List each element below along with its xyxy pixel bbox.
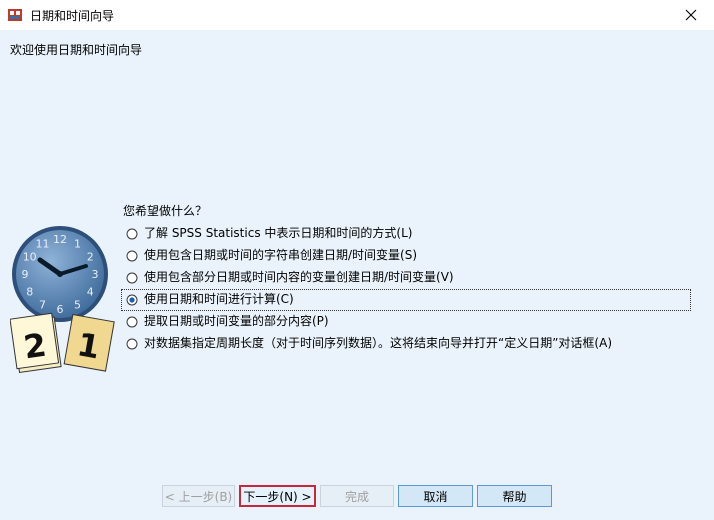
welcome-text: 欢迎使用日期和时间向导 <box>10 43 143 57</box>
radio-icon[interactable] <box>126 272 138 284</box>
window-title: 日期和时间向导 <box>30 9 115 23</box>
clock-numeral: 2 <box>87 251 94 264</box>
clock-numeral: 7 <box>39 298 46 311</box>
radio-icon[interactable] <box>126 250 138 262</box>
clock-numeral: 4 <box>87 286 94 299</box>
clock-numeral: 12 <box>53 233 67 246</box>
option-learn-format[interactable]: 了解 SPSS Statistics 中表示日期和时间的方式(L) <box>122 224 690 244</box>
option-define-periodicity[interactable]: 对数据集指定周期长度（对于时间序列数据）。这将结束向导并打开“定义日期”对话框(… <box>122 334 690 354</box>
option-label: 提取日期或时间变量的部分内容(P) <box>144 314 329 328</box>
option-label: 使用包含部分日期或时间内容的变量创建日期/时间变量(V) <box>144 270 454 284</box>
radio-selected-icon[interactable] <box>126 294 138 306</box>
close-button[interactable] <box>668 0 714 30</box>
finish-button[interactable]: 完成 <box>320 485 394 507</box>
close-icon <box>685 9 697 21</box>
option-label: 使用日期和时间进行计算(C) <box>144 292 294 306</box>
option-label: 了解 SPSS Statistics 中表示日期和时间的方式(L) <box>144 226 413 240</box>
date-time-wizard-window: 日期和时间向导 欢迎使用日期和时间向导 12 1 2 3 4 5 6 7 8 9 10 11 <box>0 0 714 520</box>
clock-numeral: 1 <box>74 238 81 251</box>
option-label: 对数据集指定周期长度（对于时间序列数据）。这将结束向导并打开“定义日期”对话框(… <box>144 336 613 350</box>
clock-numeral: 10 <box>23 251 37 264</box>
option-extract-part[interactable]: 提取日期或时间变量的部分内容(P) <box>122 312 690 332</box>
option-calculate[interactable]: 使用日期和时间进行计算(C) <box>121 289 691 311</box>
clock-numeral: 11 <box>36 238 50 251</box>
radio-icon[interactable] <box>126 316 138 328</box>
clock-numeral: 3 <box>92 268 99 281</box>
option-label: 使用包含日期或时间的字符串创建日期/时间变量(S) <box>144 248 418 262</box>
button-bar: < 上一步(B) 下一步(N) > 完成 取消 帮助 <box>0 485 714 509</box>
radio-icon[interactable] <box>126 338 138 350</box>
wizard-content: 欢迎使用日期和时间向导 12 1 2 3 4 5 6 7 8 9 10 11 2 1 <box>0 30 714 520</box>
spss-app-icon <box>8 9 22 21</box>
help-button[interactable]: 帮助 <box>477 485 552 507</box>
clock-numeral: 9 <box>22 268 29 281</box>
question-label: 您希望做什么？ <box>123 204 208 218</box>
title-bar: 日期和时间向导 <box>0 0 714 30</box>
option-create-from-string[interactable]: 使用包含日期或时间的字符串创建日期/时间变量(S) <box>122 246 690 266</box>
option-create-from-parts[interactable]: 使用包含部分日期或时间内容的变量创建日期/时间变量(V) <box>122 268 690 288</box>
clock-calendar-illustration: 12 1234567891011 2 1 <box>10 226 115 373</box>
clock-numeral: 8 <box>26 286 33 299</box>
clock-numeral: 5 <box>74 298 81 311</box>
cancel-button[interactable]: 取消 <box>398 485 473 507</box>
back-button[interactable]: < 上一步(B) <box>162 485 235 507</box>
wizard-options: 了解 SPSS Statistics 中表示日期和时间的方式(L) 使用包含日期… <box>121 224 691 356</box>
next-button[interactable]: 下一步(N) > <box>239 485 316 507</box>
radio-icon[interactable] <box>126 228 138 240</box>
clock-numeral: 6 <box>57 303 64 316</box>
